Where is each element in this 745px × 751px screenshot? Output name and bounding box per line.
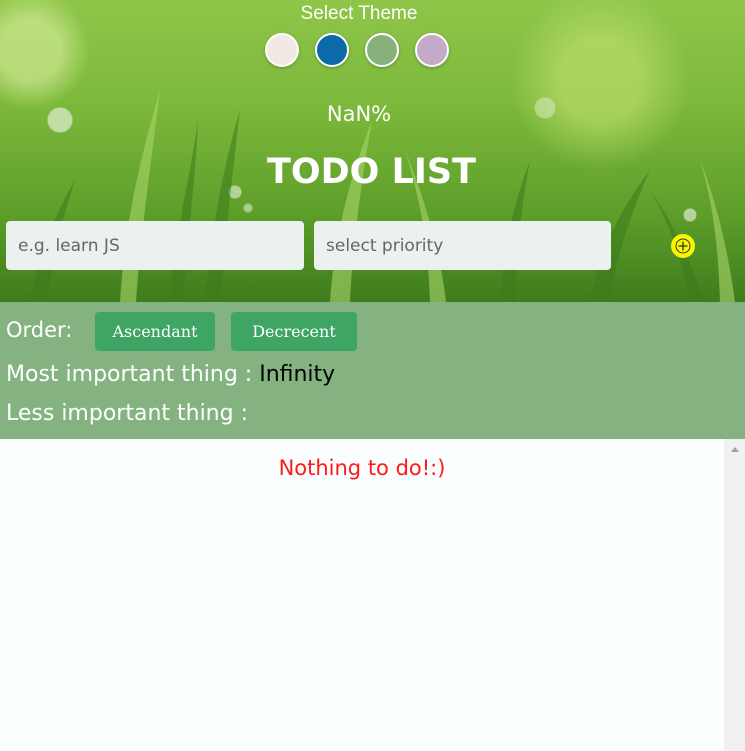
plus-circle-icon — [675, 238, 691, 254]
most-important-value: Infinity — [259, 362, 336, 387]
ascending-button[interactable]: Ascendant — [95, 312, 215, 351]
priority-input[interactable] — [314, 221, 611, 270]
theme-swatch-cream[interactable] — [265, 33, 299, 67]
scroll-up-arrow-icon[interactable] — [731, 447, 739, 452]
scrollbar[interactable] — [724, 439, 745, 751]
add-task-button[interactable] — [671, 234, 695, 258]
order-label: Order: — [6, 318, 73, 342]
page-title: TODO LIST — [266, 152, 477, 192]
less-important-line: Less important thing : — [6, 401, 248, 426]
theme-swatch-blue[interactable] — [315, 33, 349, 67]
order-panel: Order: Ascendant Decrecent Most importan… — [0, 302, 745, 439]
descending-button[interactable]: Decrecent — [231, 312, 357, 351]
most-important-label: Most important thing : — [6, 362, 260, 387]
task-input[interactable] — [6, 221, 304, 270]
header-banner: Select Theme NaN% TODO LIST — [0, 0, 745, 302]
theme-swatch-lavender[interactable] — [415, 33, 449, 67]
todo-list: Nothing to do!:) — [0, 439, 724, 751]
select-theme-label: Select Theme — [300, 3, 418, 24]
theme-swatch-sage[interactable] — [365, 33, 399, 67]
most-important-line: Most important thing : Infinity — [6, 362, 335, 387]
empty-message: Nothing to do!:) — [278, 456, 446, 480]
progress-percent: NaN% — [326, 102, 392, 126]
less-important-label: Less important thing : — [6, 401, 248, 426]
